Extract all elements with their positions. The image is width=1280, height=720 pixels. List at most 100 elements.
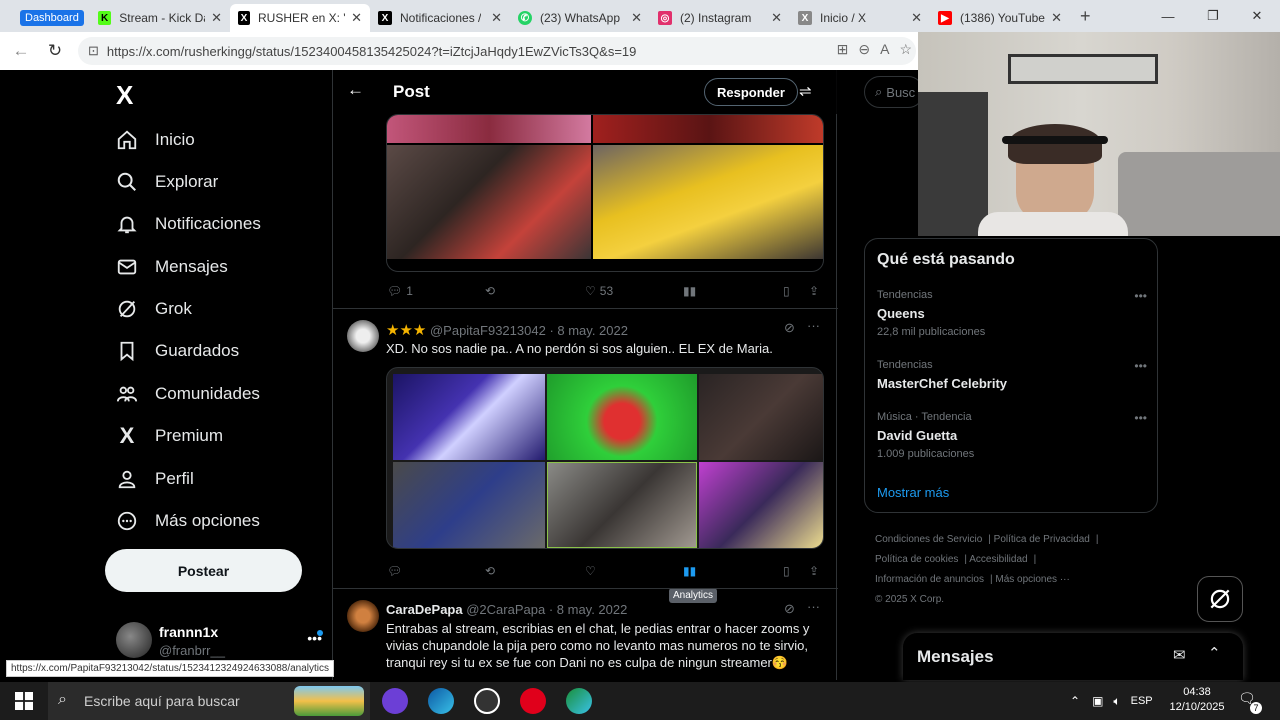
x-logo-icon[interactable]: X <box>116 80 133 111</box>
trend-item[interactable]: Tendencias Queens 22,8 mil publicaciones… <box>877 289 1147 338</box>
tweet-media[interactable] <box>386 367 824 549</box>
edge-dev-icon[interactable] <box>566 688 592 714</box>
grok-icon[interactable]: ⊘ <box>784 320 795 336</box>
more-dots-icon[interactable]: ··· <box>807 318 820 333</box>
grok-float-button[interactable] <box>1197 576 1243 622</box>
nav-guardados[interactable]: Guardados <box>116 333 239 369</box>
repost-icon[interactable]: ⟲ <box>485 564 495 578</box>
close-icon[interactable]: ✕ <box>905 10 922 26</box>
post-button[interactable]: Postear <box>105 549 302 592</box>
tweet-media[interactable] <box>386 114 824 272</box>
app-install-icon[interactable]: ⊞ <box>837 41 849 58</box>
chevron-up-icon[interactable]: ⌃ <box>1208 644 1221 662</box>
nav-grok[interactable]: Grok <box>116 291 192 327</box>
analytics-icon[interactable]: ▮▮ <box>683 564 696 578</box>
bookmark-icon[interactable]: ▯ <box>783 284 790 298</box>
more-dots-icon[interactable]: ··· <box>807 599 820 614</box>
footer-link[interactable]: Más opciones ··· <box>995 574 1069 585</box>
tweet-handle[interactable]: @2CaraPapa <box>466 602 545 617</box>
chevron-up-icon[interactable]: ⌃ <box>1070 694 1080 708</box>
heart-icon[interactable]: ♡ <box>585 564 596 578</box>
tab-whatsapp[interactable]: ✆ (23) WhatsApp ✕ <box>510 4 650 32</box>
more-dots-icon[interactable]: ••• <box>1134 411 1147 425</box>
back-arrow-icon[interactable]: ← <box>6 41 36 61</box>
favorite-star-icon[interactable]: ☆ <box>899 41 912 58</box>
language-indicator[interactable]: ESP <box>1131 695 1153 707</box>
close-icon[interactable]: ✕ <box>765 10 782 26</box>
minimize-icon[interactable]: — <box>1145 0 1191 32</box>
avatar[interactable] <box>347 600 379 632</box>
more-dots-icon[interactable]: ••• <box>1134 359 1147 373</box>
nav-comunidades[interactable]: Comunidades <box>116 376 260 412</box>
opera-icon[interactable] <box>520 688 546 714</box>
analytics-icon[interactable]: ▮▮ <box>683 284 696 298</box>
close-icon[interactable]: ✕ <box>625 10 642 26</box>
edge-icon[interactable] <box>428 688 454 714</box>
obs-icon[interactable] <box>474 688 500 714</box>
window-close-icon[interactable]: ✕ <box>1234 0 1280 32</box>
tweet-date[interactable]: · 8 may. 2022 <box>549 323 628 338</box>
more-dots-icon[interactable]: ••• <box>1134 289 1147 303</box>
nav-mas-opciones[interactable]: Más opciones <box>116 503 260 539</box>
new-tab-button[interactable]: + <box>1080 6 1091 27</box>
footer-link[interactable]: Accesibilidad <box>969 554 1027 565</box>
avatar[interactable] <box>347 320 379 352</box>
nav-notificaciones[interactable]: Notificaciones <box>116 206 261 242</box>
tab-rusher[interactable]: X RUSHER en X: "@ ✕ <box>230 4 370 32</box>
footer-link[interactable]: Política de Privacidad <box>994 534 1090 545</box>
site-info-icon[interactable]: ⊡ <box>88 43 99 59</box>
bookmark-icon[interactable]: ▯ <box>783 564 790 578</box>
footer-link[interactable]: Información de anuncios <box>875 574 984 585</box>
read-aloud-icon[interactable]: A <box>880 41 889 58</box>
reply-action[interactable]: 💬︎ 1 <box>387 284 413 298</box>
tab-youtube[interactable]: ▶ (1386) YouTube ✕ <box>930 4 1070 32</box>
trend-item[interactable]: Música · Tendencia David Guetta 1.009 pu… <box>877 411 1147 460</box>
close-icon[interactable]: ✕ <box>345 10 362 26</box>
discord-icon[interactable] <box>382 688 408 714</box>
footer-link[interactable]: Condiciones de Servicio <box>875 534 982 545</box>
tab-inicio-x[interactable]: X Inicio / X ✕ <box>790 4 930 32</box>
search-input[interactable]: ⌕ Busc <box>864 76 924 108</box>
tab-notificaciones[interactable]: X Notificaciones / ✕ <box>370 4 510 32</box>
tweet-author[interactable]: CaraDePapa <box>386 602 463 617</box>
network-icon[interactable]: ▣ <box>1092 694 1103 708</box>
url-field[interactable]: ⊡ https://x.com/rusherkingg/status/15234… <box>78 37 916 65</box>
trend-item[interactable]: Tendencias MasterChef Celebrity ••• <box>877 359 1147 391</box>
restore-icon[interactable]: ❐ <box>1190 0 1236 32</box>
close-icon[interactable]: ✕ <box>1045 10 1062 26</box>
tab-dashboard[interactable]: Dashboard <box>0 4 90 32</box>
back-arrow-icon[interactable]: ← <box>347 80 364 100</box>
settings-sliders-icon[interactable]: ⇌ <box>799 82 812 100</box>
zoom-icon[interactable]: ⊖ <box>858 41 870 58</box>
close-icon[interactable]: ✕ <box>205 10 222 26</box>
volume-icon[interactable]: 🔈︎ <box>1113 694 1120 709</box>
tab-kick[interactable]: K Stream - Kick Da ✕ <box>90 4 230 32</box>
browser-tabstrip: Dashboard K Stream - Kick Da ✕ X RUSHER … <box>0 0 1280 32</box>
close-icon[interactable]: ✕ <box>485 10 502 26</box>
show-more-link[interactable]: Mostrar más <box>877 485 949 500</box>
like-action[interactable]: ♡ 53 <box>585 284 613 298</box>
reply-icon[interactable]: 💬︎ <box>387 564 402 578</box>
footer-link[interactable]: Política de cookies <box>875 554 958 565</box>
clock[interactable]: 04:38 12/10/2025 <box>1166 685 1228 715</box>
nav-premium[interactable]: X Premium <box>116 418 223 454</box>
footer-links: Condiciones de Servicio | Política de Pri… <box>875 534 1099 605</box>
grok-icon[interactable]: ⊘ <box>784 601 795 617</box>
tweet-date[interactable]: · 8 may. 2022 <box>549 602 628 617</box>
nav-explorar[interactable]: Explorar <box>116 164 218 200</box>
reply-button[interactable]: Responder <box>704 78 798 106</box>
share-icon[interactable]: ⇪ <box>809 564 819 578</box>
nav-inicio[interactable]: Inicio <box>116 122 195 158</box>
nav-mensajes[interactable]: Mensajes <box>116 249 228 285</box>
repost-icon[interactable]: ⟲ <box>485 284 495 298</box>
new-message-icon[interactable]: ✉ <box>1173 646 1186 664</box>
reload-icon[interactable]: ↻ <box>40 41 70 61</box>
tab-group-label[interactable]: Dashboard <box>20 10 84 26</box>
windows-start-icon[interactable] <box>0 682 48 720</box>
taskbar-search[interactable]: ⌕ Escribe aquí para buscar <box>48 682 370 720</box>
tweet-handle[interactable]: @PapitaF93213042 <box>430 323 546 338</box>
share-icon[interactable]: ⇪ <box>809 284 819 298</box>
nav-perfil[interactable]: Perfil <box>116 461 194 497</box>
tab-instagram[interactable]: ◎ (2) Instagram ✕ <box>650 4 790 32</box>
messages-drawer[interactable]: Mensajes ✉ ⌃ <box>903 633 1243 680</box>
